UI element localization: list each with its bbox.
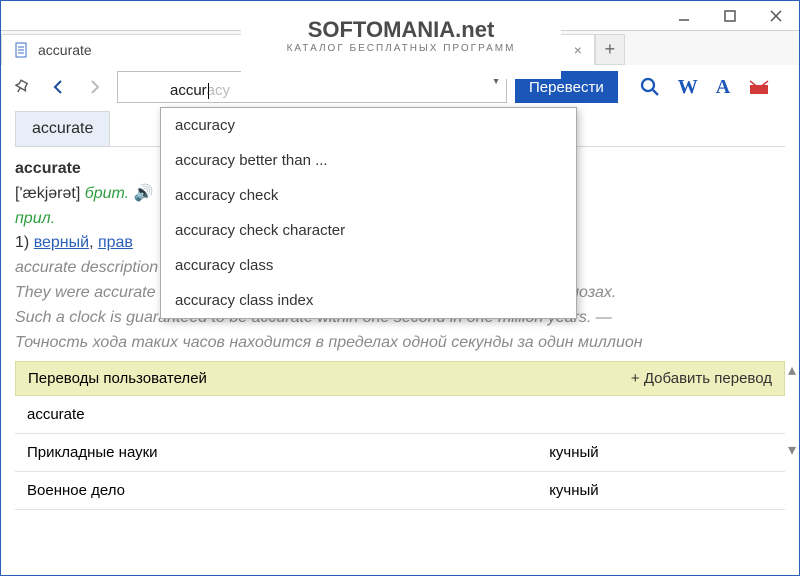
suggestion-item[interactable]: accuracy class: [161, 248, 576, 283]
dropdown-icon[interactable]: ▼: [491, 76, 501, 87]
translation-cell: кучный: [549, 444, 773, 461]
autocomplete-dropdown: accuracy accuracy better than ... accura…: [160, 107, 577, 319]
close-window-button[interactable]: [753, 1, 799, 30]
toolbar: ▼ Перевести W A: [1, 65, 799, 109]
table-row: Прикладные науки кучный: [15, 434, 785, 472]
entry-tab[interactable]: accurate: [15, 111, 110, 146]
suggestion-item[interactable]: accuracy: [161, 108, 576, 143]
suggestion-item[interactable]: accuracy check: [161, 178, 576, 213]
user-translations: Переводы пользователей + Добавить перево…: [15, 361, 785, 510]
user-translations-header: Переводы пользователей + Добавить перево…: [15, 361, 785, 396]
ipa-transcription: ['ækjərət]: [15, 185, 80, 202]
search-icon[interactable]: [640, 77, 660, 97]
variant-label: брит.: [85, 185, 129, 202]
document-tab[interactable]: accurate ×: [1, 34, 595, 65]
suggestion-item[interactable]: accuracy class index: [161, 283, 576, 318]
font-icon[interactable]: A: [716, 76, 730, 99]
table-row: Военное дело кучный: [15, 472, 785, 510]
suggestion-item[interactable]: accuracy better than ...: [161, 143, 576, 178]
definition-link[interactable]: прав: [98, 234, 133, 251]
right-icon-group: W A: [640, 76, 770, 99]
title-bar: [1, 1, 799, 31]
wikipedia-icon[interactable]: W: [678, 76, 698, 99]
definition-link[interactable]: верный: [34, 234, 89, 251]
scroll-up-icon[interactable]: ▴: [788, 360, 796, 380]
translation-cell: кучный: [549, 482, 773, 499]
add-translation-button[interactable]: + Добавить перевод: [631, 370, 772, 387]
pin-icon[interactable]: [9, 73, 37, 101]
search-input[interactable]: [117, 71, 507, 103]
scrollbar[interactable]: ▴ ▾: [788, 360, 796, 460]
maximize-button[interactable]: [707, 1, 753, 30]
forward-button[interactable]: [81, 73, 109, 101]
document-icon: [14, 42, 30, 58]
close-tab-icon[interactable]: ×: [568, 42, 582, 58]
tab-title: accurate: [38, 42, 92, 58]
search-field-wrap: ▼: [117, 71, 507, 103]
definition-number: 1): [15, 234, 29, 251]
audio-icon[interactable]: 🔊: [134, 185, 154, 202]
domain-cell: Прикладные науки: [27, 444, 549, 461]
user-translation-word: accurate: [15, 396, 785, 434]
domain-cell: Военное дело: [27, 482, 549, 499]
back-button[interactable]: [45, 73, 73, 101]
translate-button[interactable]: Перевести: [515, 71, 618, 103]
example-line: Точность хода таких часов находится в пр…: [15, 331, 785, 356]
suggestion-item[interactable]: accuracy check character: [161, 213, 576, 248]
user-translations-title: Переводы пользователей: [28, 370, 207, 387]
minimize-button[interactable]: [661, 1, 707, 30]
new-tab-button[interactable]: +: [595, 34, 625, 65]
mail-icon[interactable]: [748, 76, 770, 98]
tab-bar: accurate × + SOFTOMANIA.net КАТАЛОГ БЕСП…: [1, 31, 799, 65]
scroll-down-icon[interactable]: ▾: [788, 440, 796, 460]
